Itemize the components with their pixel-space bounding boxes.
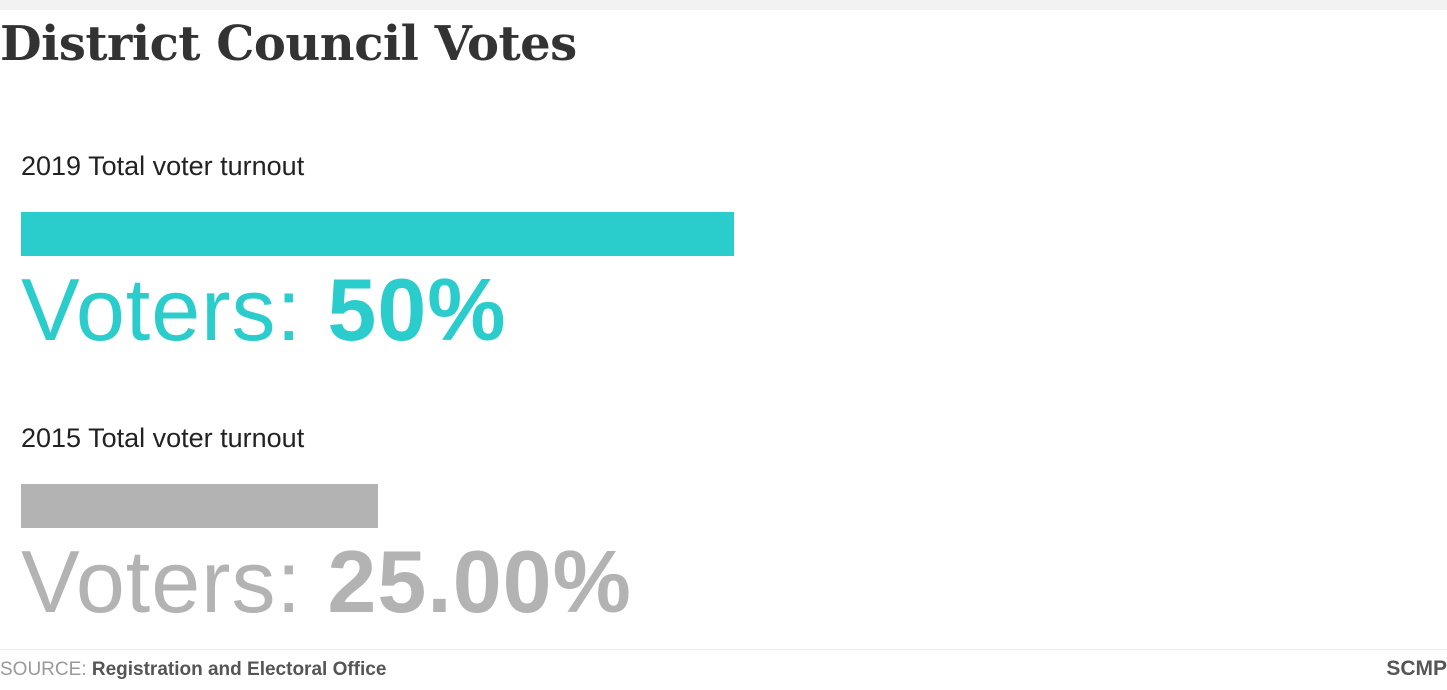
- footer-divider: [0, 649, 1447, 650]
- value-label: Voters: 50%: [21, 260, 507, 360]
- value-prefix: Voters:: [21, 260, 328, 359]
- turnout-bar-2015: [21, 484, 378, 528]
- series-label: 2019 Total voter turnout: [21, 151, 305, 181]
- value-label: Voters: 25.00%: [21, 532, 632, 632]
- brand-logo: SCMP: [1386, 657, 1447, 680]
- source-credit: SOURCE: Registration and Electoral Offic…: [0, 658, 386, 682]
- value-number: 50%: [327, 260, 507, 359]
- turnout-bar-2019: [21, 212, 734, 256]
- source-name: Registration and Electoral Office: [91, 659, 387, 680]
- value-number: 25.00%: [327, 532, 632, 631]
- value-prefix: Voters:: [21, 532, 328, 631]
- series-label: 2015 Total voter turnout: [21, 423, 305, 453]
- bar-track: [21, 484, 1447, 528]
- bar-track: [21, 212, 1447, 256]
- turnout-chart: 2019 Total voter turnout Voters: 50% 201…: [21, 0, 1121, 640]
- source-label: SOURCE:: [0, 659, 92, 680]
